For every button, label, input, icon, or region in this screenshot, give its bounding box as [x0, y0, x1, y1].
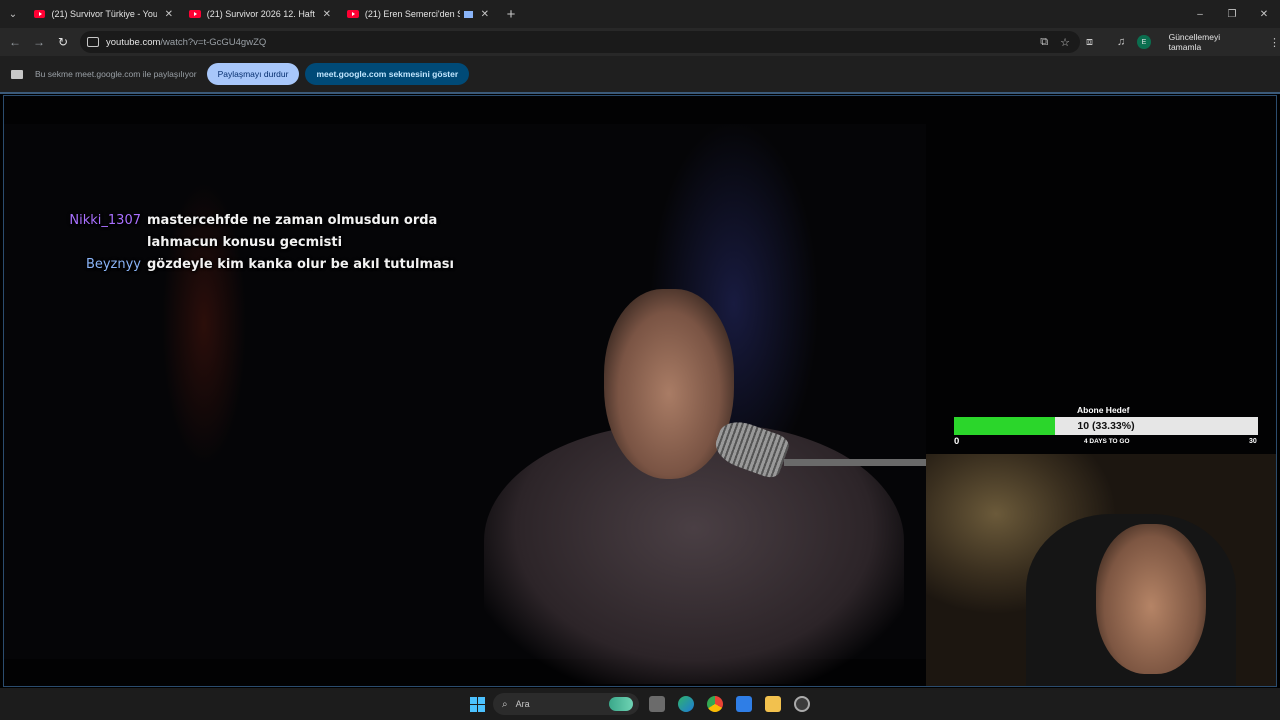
url-host: youtube.com — [106, 36, 161, 48]
app-icon[interactable] — [791, 693, 813, 715]
file-explorer-icon[interactable] — [762, 693, 784, 715]
new-tab-button[interactable]: + — [497, 6, 525, 23]
youtube-icon — [34, 10, 46, 18]
profile-avatar[interactable]: E — [1137, 35, 1151, 49]
tab-title: (21) Survivor Türkiye - YouTube — [51, 9, 157, 19]
chrome-icon[interactable] — [704, 693, 726, 715]
tab-close-icon[interactable]: ✕ — [323, 9, 331, 20]
install-app-icon[interactable]: ⧉ — [1040, 36, 1048, 49]
chat-text: lahmacun konusu gecmisti — [147, 235, 343, 250]
tab-title: (21) Eren Semerci'den Survi — [364, 9, 460, 19]
edge-icon[interactable] — [675, 693, 697, 715]
tab-strip: ⌄ (21) Survivor Türkiye - YouTube ✕ (21)… — [0, 0, 1280, 28]
stream-chat-overlay: Nikki_1307 mastercehfde ne zaman olmusdu… — [64, 210, 454, 276]
tab-close-icon[interactable]: ✕ — [481, 9, 489, 20]
toolbar-actions: ⧈ ♫ E Güncellemeyi tamamla ⋮ — [1082, 28, 1280, 56]
bookmark-star-icon[interactable]: ☆ — [1060, 36, 1070, 49]
chat-username — [64, 232, 147, 254]
tab-search-chevron-icon[interactable]: ⌄ — [0, 0, 26, 28]
close-window-button[interactable]: ✕ — [1248, 0, 1280, 28]
goal-title: Abone Hedef — [1077, 405, 1130, 415]
minimize-button[interactable]: – — [1184, 0, 1216, 28]
window-controls: – ❐ ✕ — [1184, 0, 1280, 28]
sharing-indicator-icon — [463, 10, 473, 18]
chat-text: gözdeyle kim kanka olur be akıl tutulmas… — [147, 257, 454, 272]
video-player[interactable]: Nikki_1307 mastercehfde ne zaman olmusdu… — [3, 95, 1277, 687]
stop-sharing-button[interactable]: Paylaşmayı durdur — [206, 63, 300, 85]
youtube-icon — [347, 10, 359, 18]
chat-username: Nikki_1307 — [69, 213, 141, 228]
forward-arrow-icon[interactable]: → — [27, 30, 51, 54]
windows-taskbar: ⌕ Ara — [0, 688, 1280, 720]
mail-icon[interactable] — [733, 693, 755, 715]
tab-close-icon[interactable]: ✕ — [165, 9, 173, 20]
tab-sharing-bar: Bu sekme meet.google.com ile paylaşılıyo… — [0, 56, 1280, 94]
screen-share-icon — [11, 69, 23, 79]
omnibox-actions: ⧉ ☆ — [1040, 31, 1070, 53]
chat-username: Beyznyy — [85, 257, 141, 272]
update-button[interactable]: Güncellemeyi tamamla — [1163, 32, 1257, 52]
extensions-icon[interactable]: ⧈ — [1086, 36, 1093, 49]
video-frame — [4, 124, 934, 684]
streamer-webcam — [926, 454, 1276, 686]
site-info-icon[interactable] — [87, 37, 99, 47]
url-path: /watch?v=t-GcGU4gwZQ — [160, 36, 267, 48]
task-view-icon[interactable] — [646, 693, 668, 715]
browser-toolbar: ← → ↻ youtube.com/watch?v=t-GcGU4gwZQ ⧉ … — [0, 28, 1280, 56]
goal-value: 10 (33.33%) — [1077, 420, 1135, 432]
start-button[interactable] — [466, 693, 488, 715]
guest-head — [604, 289, 734, 479]
search-placeholder: Ara — [515, 699, 530, 709]
goal-min-label: 0 — [954, 436, 960, 447]
chat-message: Beyznyy gözdeyle kim kanka olur be akıl … — [64, 254, 454, 276]
windows-logo-icon — [469, 696, 485, 712]
url-text: youtube.com/watch?v=t-GcGU4gwZQ — [106, 37, 266, 48]
tab-3[interactable]: (21) Eren Semerci'den Survi ✕ — [339, 0, 497, 28]
media-control-icon[interactable]: ♫ — [1117, 36, 1125, 48]
tab-1[interactable]: (21) Survivor Türkiye - YouTube ✕ — [26, 0, 181, 28]
address-bar[interactable]: youtube.com/watch?v=t-GcGU4gwZQ ⧉ ☆ — [80, 31, 1080, 53]
search-icon: ⌕ — [502, 698, 508, 710]
streamer-face — [1096, 524, 1206, 674]
goal-max-label: 30 — [1249, 438, 1257, 445]
reload-icon[interactable]: ↻ — [51, 30, 75, 54]
goal-days-label: 4 DAYS TO GO — [1084, 438, 1130, 445]
youtube-icon — [189, 10, 201, 18]
chat-text: mastercehfde ne zaman olmusdun orda — [147, 213, 438, 228]
taskbar-search[interactable]: ⌕ Ara — [493, 693, 639, 715]
show-meet-tab-button[interactable]: meet.google.com sekmesini göster — [305, 63, 470, 85]
microphone-arm — [784, 459, 934, 466]
subscriber-goal-bar: 10 (33.33%) — [954, 417, 1258, 435]
chat-message: lahmacun konusu gecmisti — [64, 232, 454, 254]
tab-2[interactable]: (21) Survivor 2026 12. Hafta 4. B ✕ — [181, 0, 339, 28]
search-highlight-icon — [609, 697, 633, 711]
menu-kebab-icon[interactable]: ⋮ — [1269, 36, 1280, 49]
back-arrow-icon[interactable]: ← — [3, 30, 27, 54]
chat-message: Nikki_1307 mastercehfde ne zaman olmusdu… — [64, 210, 454, 232]
restore-button[interactable]: ❐ — [1216, 0, 1248, 28]
sharing-status-text: Bu sekme meet.google.com ile paylaşılıyo… — [35, 69, 197, 79]
tab-title: (21) Survivor 2026 12. Hafta 4. B — [206, 9, 315, 19]
